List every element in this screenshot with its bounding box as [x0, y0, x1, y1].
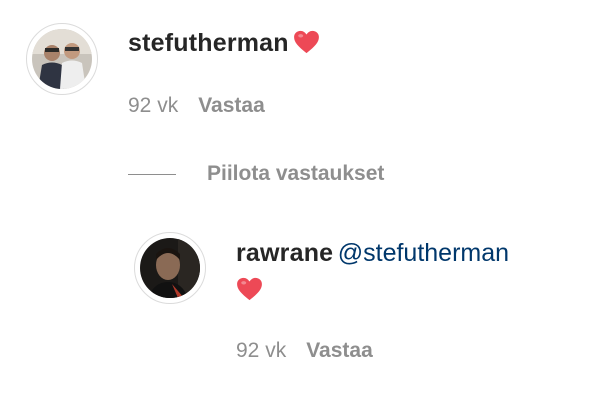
avatar-rawrane[interactable] — [134, 232, 206, 304]
reply-emoji-line — [236, 277, 263, 303]
comment-timestamp: 92 vk — [128, 94, 179, 117]
divider-line — [128, 173, 176, 175]
reply-username[interactable]: rawrane — [236, 239, 333, 267]
comment-meta: 92 vk Vastaa — [128, 94, 265, 118]
heart-emoji-icon — [294, 30, 320, 54]
hide-replies-button[interactable]: Piilota vastaukset — [128, 162, 384, 186]
heart-emoji-icon — [237, 277, 262, 301]
avatar-stefutherman[interactable] — [26, 23, 98, 95]
reply-timestamp: 92 vk — [236, 339, 287, 362]
comment-text: stefutherman — [128, 29, 320, 58]
profile-photo — [140, 238, 200, 298]
reply-text: rawrane @stefutherman — [236, 239, 509, 268]
mention-link[interactable]: @stefutherman — [338, 239, 509, 267]
reply-button[interactable]: Vastaa — [306, 339, 373, 363]
reply-meta: 92 vk Vastaa — [236, 339, 373, 363]
comment-username[interactable]: stefutherman — [128, 29, 289, 57]
profile-photo — [32, 29, 92, 89]
hide-replies-label: Piilota vastaukset — [207, 162, 385, 185]
reply-button[interactable]: Vastaa — [198, 94, 265, 118]
